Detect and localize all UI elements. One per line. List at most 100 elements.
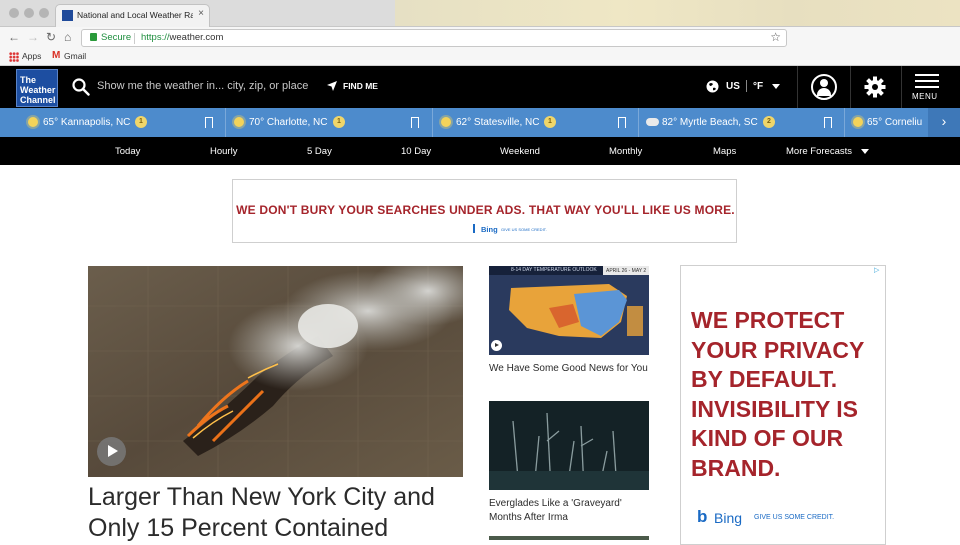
header-divider [850, 66, 851, 108]
bookmark-icon[interactable] [618, 117, 626, 128]
alert-badge: 1 [135, 116, 147, 128]
address-bar[interactable]: Secure https://weather.com ☆ [81, 29, 787, 47]
lock-icon [90, 33, 97, 41]
more-forecasts-caret-icon[interactable] [861, 149, 869, 154]
alert-badge: 1 [544, 116, 556, 128]
nav-5-day[interactable]: 5 Day [307, 146, 332, 157]
hamburger-menu-icon[interactable] [915, 74, 939, 88]
region-unit-divider [746, 80, 747, 92]
gear-icon[interactable] [864, 76, 886, 98]
bookmarks-bar: Apps M Gmail [0, 49, 960, 66]
story-caption-everglades[interactable]: Everglades Like a 'Graveyard' Months Aft… [489, 497, 654, 525]
story-caption-good-news[interactable]: We Have Some Good News for You [489, 362, 654, 376]
logo-line: Channel [20, 95, 56, 105]
main-story-headline[interactable]: Larger Than New York City and Only 15 Pe… [88, 482, 468, 544]
region-selector[interactable]: US [726, 81, 740, 92]
banner-ad[interactable]: WE DON'T BURY YOUR SEARCHES UNDER ADS. T… [232, 179, 737, 243]
story-thumbnail-everglades[interactable] [489, 401, 649, 490]
nav-more-forecasts[interactable]: More Forecasts [786, 146, 852, 157]
nav-hourly[interactable]: Hourly [210, 146, 237, 157]
back-arrow-icon[interactable]: ← [8, 30, 20, 44]
everglades-image [489, 401, 649, 490]
globe-icon[interactable] [706, 80, 719, 93]
bookmark-icon[interactable] [411, 117, 419, 128]
forward-arrow-icon[interactable]: → [27, 30, 39, 44]
nav-10-day[interactable]: 10 Day [401, 146, 431, 157]
browser-tab-weather[interactable]: National and Local Weather Ra × [55, 4, 210, 27]
temperature-map-image [489, 266, 649, 355]
banner-ad-credit: GIVE US SOME CREDIT. [501, 227, 547, 232]
url-host: weather.com [169, 32, 224, 43]
browser-tab-bar: National and Local Weather Ra × [0, 0, 960, 27]
unit-selector[interactable]: °F [753, 81, 763, 92]
location-temp-city: 65° Kannapolis, NC [43, 117, 131, 128]
bookmark-icon[interactable] [824, 117, 832, 128]
bookmark-gmail[interactable]: Gmail [64, 51, 86, 61]
window-close-button[interactable] [9, 8, 19, 18]
user-profile-icon[interactable] [811, 74, 837, 100]
sun-icon [853, 117, 863, 127]
apps-grid-icon[interactable] [9, 52, 19, 62]
thumbnail-date-range: APRIL 26 - MAY 2 [603, 266, 649, 275]
thumbnail-header-text: 8-14 DAY TEMPERATURE OUTLOOK [511, 267, 597, 273]
header-divider [797, 66, 798, 108]
location-item-statesville[interactable]: 62° Statesville, NC 1 [432, 108, 638, 137]
alert-badge: 2 [763, 116, 775, 128]
main-story-image[interactable] [88, 266, 463, 477]
secure-label: Secure [101, 32, 132, 43]
location-temp-city: 62° Statesville, NC [456, 117, 540, 128]
nav-weekend[interactable]: Weekend [500, 146, 540, 157]
location-arrow-icon[interactable] [326, 80, 338, 92]
unit-dropdown-caret-icon[interactable] [772, 84, 780, 89]
bookmark-star-icon[interactable]: ☆ [770, 30, 781, 44]
location-item-myrtle-beach[interactable]: 82° Myrtle Beach, SC 2 [638, 108, 844, 137]
header-divider [901, 66, 902, 108]
sun-icon [28, 117, 38, 127]
story-thumbnail-next[interactable] [489, 536, 649, 540]
home-icon[interactable]: ⌂ [64, 30, 71, 44]
browser-toolbar: ← → ↻ ⌂ Secure https://weather.com ☆ [0, 27, 960, 49]
nav-today[interactable]: Today [115, 146, 140, 157]
tab-bar-background-image [395, 0, 960, 26]
url-scheme: https:// [141, 32, 170, 43]
nav-monthly[interactable]: Monthly [609, 146, 642, 157]
logo-line: Weather [20, 85, 56, 95]
cloud-icon [646, 118, 659, 126]
window-minimize-button[interactable] [24, 8, 34, 18]
nav-maps[interactable]: Maps [713, 146, 736, 157]
location-item-kannapolis[interactable]: 65° Kannapolis, NC 1 [0, 108, 225, 137]
banner-bing-brand: Bing [481, 225, 498, 234]
url-text: https://weather.com [141, 32, 223, 43]
gmail-icon: M [52, 50, 61, 61]
search-input[interactable]: Show me the weather in... city, zip, or … [97, 80, 308, 92]
story-thumbnail-temperature-outlook[interactable]: 8-14 DAY TEMPERATURE OUTLOOK APRIL 26 - … [489, 266, 649, 355]
alert-badge: 1 [333, 116, 345, 128]
reload-icon[interactable]: ↻ [46, 30, 56, 44]
weather-favicon-icon [62, 10, 73, 21]
thumbnail-play-icon[interactable] [491, 340, 502, 351]
sun-icon [234, 117, 244, 127]
banner-ad-message: WE DON'T BURY YOUR SEARCHES UNDER ADS. T… [236, 203, 735, 217]
menu-label[interactable]: MENU [912, 92, 938, 101]
locations-next-chevron-icon[interactable]: › [928, 108, 960, 137]
recent-locations-bar: 65° Kannapolis, NC 1 70° Charlotte, NC 1… [0, 108, 960, 137]
side-ad[interactable]: ▷ WE PROTECT YOUR PRIVACY BY DEFAULT. IN… [680, 265, 886, 545]
search-icon[interactable] [72, 78, 90, 96]
side-ad-credit: GIVE US SOME CREDIT. [754, 514, 835, 521]
location-item-cornelius[interactable]: 65° Corneliu [844, 108, 928, 137]
bookmark-apps[interactable]: Apps [22, 51, 41, 61]
logo-line: The [20, 75, 37, 85]
find-me-button[interactable]: FIND ME [343, 81, 378, 91]
location-temp-city: 70° Charlotte, NC [249, 117, 328, 128]
window-zoom-button[interactable] [39, 8, 49, 18]
user-body-shape [817, 88, 831, 96]
bookmark-icon[interactable] [205, 117, 213, 128]
tab-close-icon[interactable]: × [198, 8, 204, 19]
video-play-button[interactable] [97, 437, 126, 466]
weather-channel-logo[interactable]: The Weather Channel [16, 69, 58, 107]
side-ad-message: WE PROTECT YOUR PRIVACY BY DEFAULT. INVI… [691, 307, 864, 481]
ad-choices-icon[interactable]: ▷ [874, 266, 883, 275]
location-temp-city: 82° Myrtle Beach, SC [662, 117, 758, 128]
user-head-shape [820, 79, 828, 87]
location-item-charlotte[interactable]: 70° Charlotte, NC 1 [225, 108, 432, 137]
